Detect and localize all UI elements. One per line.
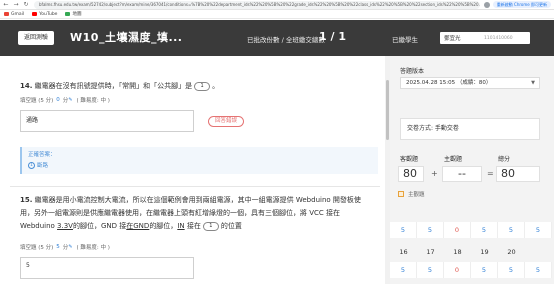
graded-counter: 1 / 1 — [319, 30, 346, 43]
wrong-answer-badge: 回答錯誤 — [208, 116, 245, 127]
question-score-cell[interactable]: 5 — [390, 222, 417, 238]
question-number-cell[interactable]: 17 — [417, 244, 444, 260]
version-label: 答題版本 — [400, 68, 425, 75]
total-score: 80 — [496, 166, 540, 182]
question-number-cell[interactable] — [525, 244, 552, 260]
edit-score-icon[interactable]: ✎ — [68, 97, 72, 103]
browser-address-bar: ← → ↻ bfalms.fhsu.edu.tw/exam/52742/subj… — [0, 0, 554, 10]
question-15-score[interactable]: 5 — [56, 244, 60, 250]
bookmark-youtube[interactable]: YouTube — [32, 12, 57, 17]
version-select[interactable]: 2025.04.28 15:05 （成績：80） ▼ — [400, 77, 540, 89]
question-number-cell[interactable]: 16 — [390, 244, 417, 260]
youtube-icon — [32, 12, 38, 16]
question-score-row: 5 5 0 5 5 5 — [390, 262, 554, 278]
main-scroll-thumb[interactable] — [386, 80, 389, 140]
maps-icon — [65, 12, 71, 16]
bookmark-gmail[interactable]: Gmail — [4, 12, 24, 17]
question-score-cell[interactable]: 5 — [417, 222, 444, 238]
correct-answer-text: 斷路 — [37, 163, 49, 169]
question-score-cell[interactable]: 5 — [417, 262, 444, 278]
question-divider — [10, 186, 380, 187]
subjective-checkbox[interactable] — [398, 191, 404, 197]
correct-answer-box: 正確答案： 1 斷路 — [20, 147, 378, 174]
subjective-score: -- — [442, 166, 482, 182]
student-id: 1101410060 — [484, 35, 513, 41]
plus-sign: + — [431, 169, 438, 178]
subjective-label: 主觀題 — [444, 156, 463, 163]
question-14-score[interactable]: 0 — [56, 97, 60, 103]
question-score-cell[interactable]: 5 — [498, 222, 525, 238]
submit-mode: 交卷方式: 手動交卷 — [400, 118, 540, 140]
bookmark-maps[interactable]: 地圖 — [65, 11, 81, 17]
question-number-cell[interactable]: 19 — [471, 244, 498, 260]
student-selector[interactable]: 鄧宜光 1101410060 — [440, 32, 530, 44]
total-label: 總分 — [498, 156, 511, 163]
question-score-cell[interactable]: 0 — [444, 262, 471, 278]
extension-icon[interactable] — [483, 1, 490, 8]
blank-marker: 1 — [202, 221, 219, 231]
question-score-cell[interactable]: 5 — [525, 262, 552, 278]
question-15-text: 15. 繼電器是用小電流控制大電流，所以在這個範例會用到兩組電源，其中一組電源提… — [20, 196, 361, 231]
question-score-cell[interactable]: 5 — [471, 262, 498, 278]
forward-arrow-icon[interactable]: → — [12, 1, 20, 9]
equals-sign: = — [487, 169, 494, 178]
question-number-row: 16 17 18 19 20 — [390, 244, 554, 260]
blank-marker: 1 — [194, 81, 211, 91]
question-score-cell[interactable]: 5 — [390, 262, 417, 278]
question-number-cell[interactable]: 20 — [498, 244, 525, 260]
question-14-text: 14. 繼電器在沒有訊號提供時，「常開」和「公共腳」是 1。 — [20, 81, 220, 91]
edit-score-icon[interactable]: ✎ — [68, 244, 72, 250]
question-score-cell[interactable]: 0 — [444, 222, 471, 238]
question-score-cell[interactable]: 5 — [498, 262, 525, 278]
back-to-exam-button[interactable]: 返回測驗 — [18, 31, 54, 45]
bookmarks-bar: Gmail YouTube 地圖 — [0, 10, 554, 19]
gmail-icon — [4, 12, 9, 16]
subjective-filter[interactable]: 主觀題 — [390, 188, 554, 200]
url-field[interactable]: bfalms.fhsu.edu.tw/exam/52742/subject?m/… — [34, 0, 480, 9]
answer-number-icon: 1 — [28, 161, 35, 169]
page-header: 返回測驗 W10_土壤濕度_填... 已批改份數 / 全班繳交總數 1 / 1 … — [0, 20, 554, 56]
reload-icon[interactable]: ↻ — [22, 1, 30, 9]
question-score-cell[interactable]: 5 — [525, 222, 552, 238]
objective-score: 80 — [398, 166, 424, 182]
student-label: 已繳學生 — [392, 36, 418, 44]
chevron-down-icon: ▼ — [531, 80, 535, 86]
chrome-update-pill[interactable]: 重新啟動 Chrome 即可更新 — [492, 1, 551, 8]
question-14-meta: 填空題 (5 分) 0 分 ✎ ( 難易度: 中 ) — [20, 97, 110, 104]
student-name: 鄧宜光 — [444, 36, 461, 42]
question-15-meta: 填空題 (5 分) 5 分 ✎ ( 難易度: 中 ) — [20, 244, 110, 251]
question-score-cell[interactable]: 5 — [471, 222, 498, 238]
objective-label: 客觀題 — [400, 156, 419, 163]
question-number-cell[interactable]: 18 — [444, 244, 471, 260]
question-score-row: 5 5 0 5 5 5 — [390, 222, 554, 238]
back-arrow-icon[interactable]: ← — [2, 1, 10, 9]
page-title: W10_土壤濕度_填... — [70, 31, 183, 44]
graded-count-label: 已批改份數 / 全班繳交總數 — [247, 36, 325, 44]
question-15-answer: 5 — [20, 257, 194, 279]
question-14-answer: 通路 — [20, 110, 194, 132]
